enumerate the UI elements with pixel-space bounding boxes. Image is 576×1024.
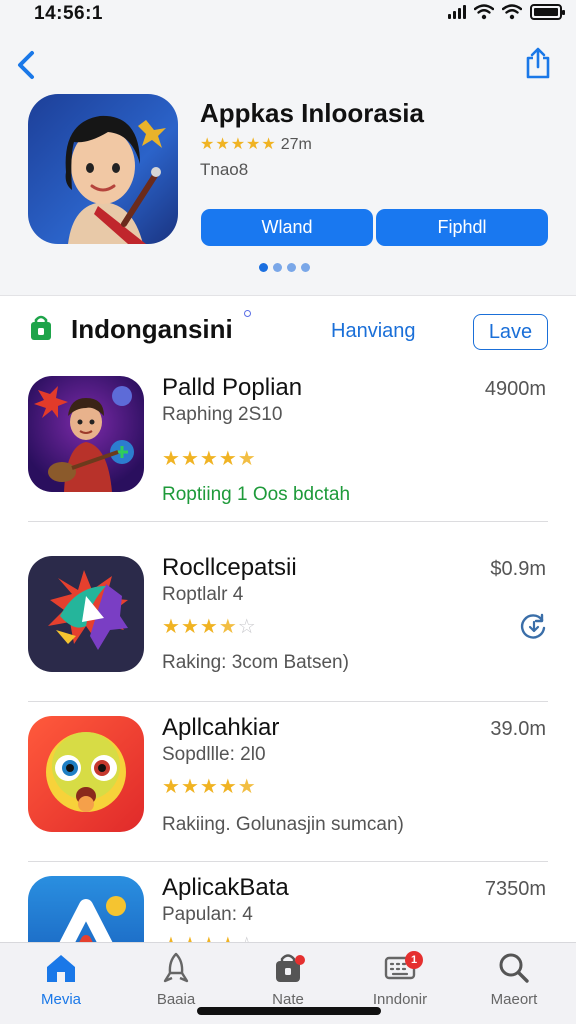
star-icon: ★ bbox=[237, 776, 257, 798]
section-header: Indongansini Hanviang Lave bbox=[0, 310, 576, 356]
list-item[interactable]: Rocllcepatsii Roptlalr 4 ★★★★☆ Raking: 3… bbox=[0, 542, 576, 702]
share-icon[interactable] bbox=[524, 46, 552, 80]
tab-nate[interactable]: Nate bbox=[243, 951, 333, 1015]
app-size: 4900m bbox=[484, 378, 546, 400]
app-subtitle: Sopdllle: 2l0 bbox=[162, 744, 266, 765]
section-title: Indongansini bbox=[71, 314, 233, 344]
pager-dot[interactable] bbox=[259, 263, 268, 272]
app-rating-stars: ★★★★★ bbox=[162, 774, 257, 799]
hero-title: Appkas Inloorasia bbox=[200, 98, 424, 128]
home-indicator[interactable] bbox=[197, 1007, 381, 1015]
hero-app-icon bbox=[28, 94, 178, 244]
star-icon: ★ bbox=[199, 616, 219, 638]
wifi-icon bbox=[474, 4, 494, 20]
section-link[interactable]: Hanviang bbox=[331, 320, 416, 343]
status-bar: 14:56:1 bbox=[0, 0, 576, 30]
divider bbox=[28, 521, 548, 522]
star-icon: ★ bbox=[199, 448, 219, 470]
battery-icon bbox=[530, 4, 565, 20]
star-icon: ★ bbox=[218, 776, 238, 798]
tab-search[interactable]: Maeort bbox=[469, 951, 559, 1015]
rocket-icon bbox=[163, 952, 189, 983]
status-icons bbox=[448, 4, 565, 20]
app-icon bbox=[28, 716, 144, 832]
app-size: 7350m bbox=[484, 878, 546, 900]
section-button[interactable]: Lave bbox=[473, 314, 548, 350]
star-icon: ★ bbox=[199, 776, 219, 798]
star-icon: ★ bbox=[162, 448, 181, 470]
app-size: 39.0m bbox=[490, 718, 546, 740]
app-size: $0.9m bbox=[490, 558, 546, 580]
notification-dot bbox=[295, 955, 305, 965]
shopping-bag-icon bbox=[31, 315, 51, 340]
screenshot-pager[interactable] bbox=[259, 263, 310, 272]
status-time: 14:56:1 bbox=[34, 3, 103, 24]
list-item[interactable]: Apllcahkiar Sopdllle: 2l0 ★★★★★ Rakiing.… bbox=[0, 702, 576, 862]
list-item[interactable]: Palld Poplian Raphing 2S10 ★★★★★ Roptiin… bbox=[0, 362, 576, 522]
section-marker bbox=[244, 310, 251, 317]
star-icon: ★ bbox=[180, 616, 200, 638]
tab-inndonir[interactable]: 1 Inndonir bbox=[355, 951, 445, 1015]
signal-icon bbox=[448, 5, 466, 19]
app-footer: Raking: 3com Batsen) bbox=[162, 652, 349, 673]
star-icon: ★ bbox=[218, 616, 238, 638]
app-subtitle: Papulan: 4 bbox=[162, 904, 253, 925]
hero-rating-text: 27m bbox=[280, 136, 312, 153]
hero-secondary-button[interactable]: Fiphdl bbox=[376, 209, 548, 246]
notification-badge: 1 bbox=[405, 951, 423, 969]
star-icon: ★ bbox=[237, 448, 257, 470]
app-icon bbox=[28, 376, 144, 492]
star-icon: ☆ bbox=[237, 616, 257, 638]
app-name: AplicakBata bbox=[162, 874, 289, 901]
tab-label: Maeort bbox=[490, 991, 538, 1008]
pager-dot[interactable] bbox=[273, 263, 282, 272]
app-footer: Roptiing 1 Oos bdctah bbox=[162, 484, 351, 505]
app-footer: Rakiing. Golunasjin sumcan) bbox=[162, 814, 404, 835]
back-chevron-icon[interactable] bbox=[12, 48, 42, 82]
tab-home[interactable]: Mevia bbox=[16, 951, 106, 1015]
wifi-alt-icon bbox=[502, 4, 522, 20]
hero-subtitle: Tnao8 bbox=[200, 160, 249, 179]
tab-baaia[interactable]: Baaia bbox=[131, 951, 221, 1015]
refresh-download-icon[interactable] bbox=[520, 612, 548, 640]
tab-label: Inndonir bbox=[372, 991, 428, 1008]
app-subtitle: Roptlalr 4 bbox=[162, 584, 244, 605]
app-name: Rocllcepatsii bbox=[162, 554, 297, 581]
hero-primary-button[interactable]: Wland bbox=[201, 209, 373, 246]
search-icon bbox=[499, 953, 529, 983]
app-hero: Appkas Inloorasia ★★★★★ 27m Tnao8 Wland F… bbox=[0, 30, 576, 296]
tab-label: Mevia bbox=[40, 991, 81, 1008]
tab-label: Baaia bbox=[156, 991, 196, 1008]
app-name: Palld Poplian bbox=[162, 374, 303, 401]
star-icon: ★ bbox=[180, 776, 200, 798]
hero-rating: ★★★★★ 27m bbox=[200, 134, 312, 154]
star-icon: ★ bbox=[162, 776, 181, 798]
app-rating-stars: ★★★★☆ bbox=[162, 614, 257, 639]
hero-rating-stars: ★★★★★ bbox=[200, 136, 277, 153]
tab-label: Nate bbox=[272, 991, 304, 1008]
app-icon bbox=[28, 556, 144, 672]
app-name: Apllcahkiar bbox=[162, 714, 280, 741]
pager-dot[interactable] bbox=[287, 263, 296, 272]
star-icon: ★ bbox=[162, 616, 181, 638]
star-icon: ★ bbox=[218, 448, 238, 470]
star-icon: ★ bbox=[180, 448, 200, 470]
pager-dot[interactable] bbox=[301, 263, 310, 272]
home-icon bbox=[47, 955, 75, 982]
app-rating-stars: ★★★★★ bbox=[162, 446, 257, 471]
app-subtitle: Raphing 2S10 bbox=[162, 404, 283, 425]
